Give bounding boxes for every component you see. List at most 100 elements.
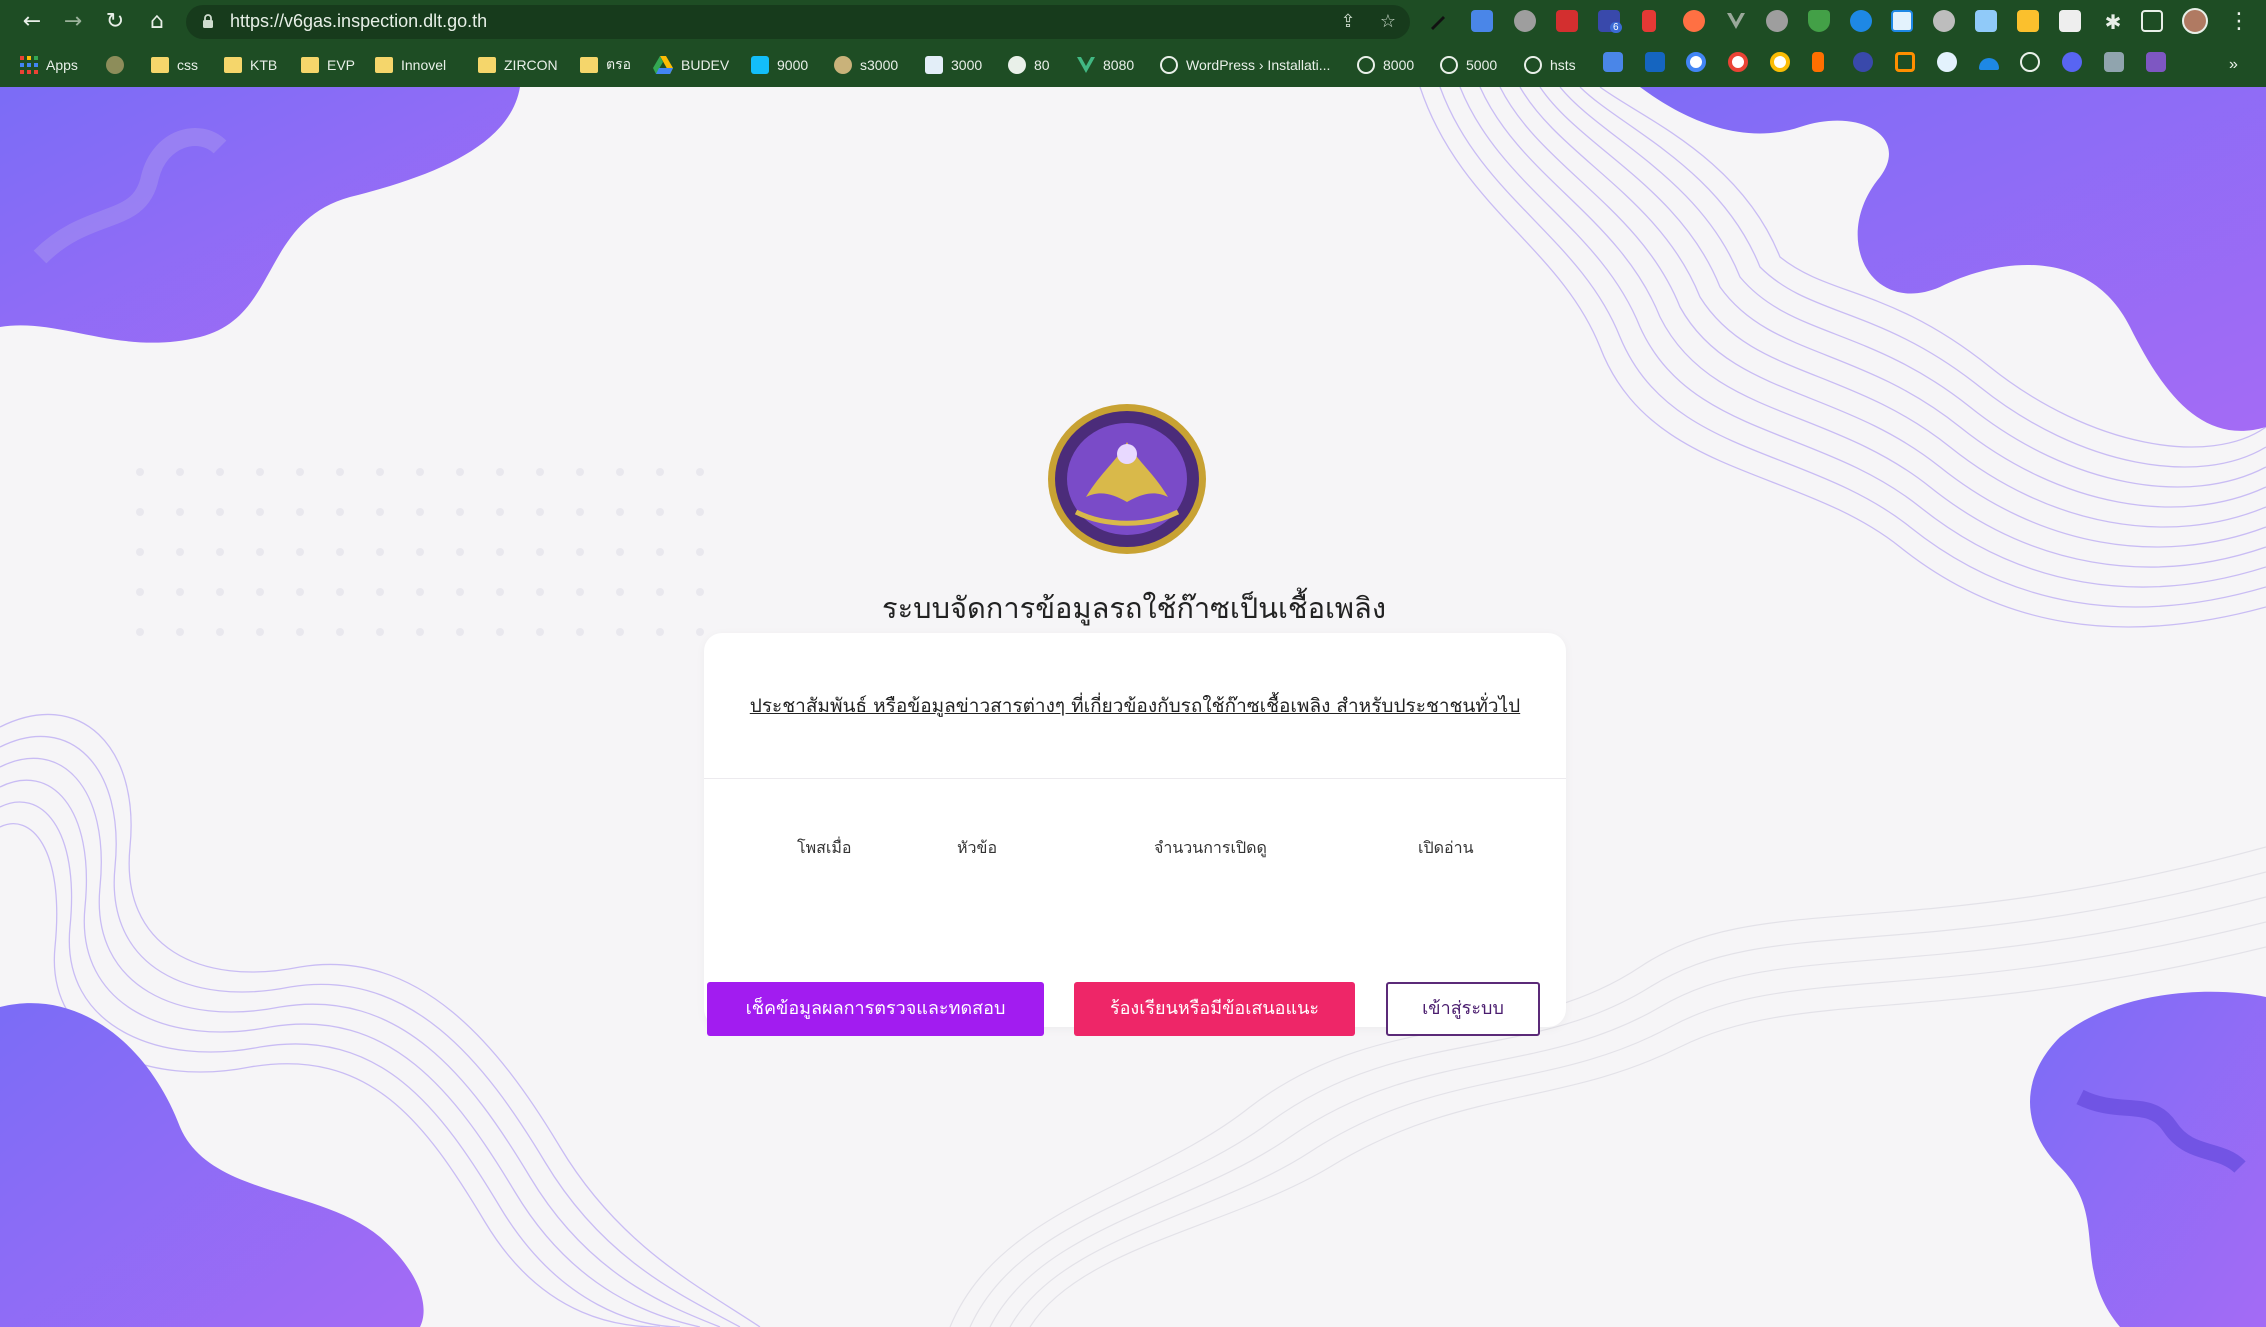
translate-extension-icon[interactable] xyxy=(1471,10,1493,32)
address-bar[interactable]: https://v6gas.inspection.dlt.go.th ⇪ ☆ xyxy=(186,5,1410,39)
vue-devtools-icon[interactable] xyxy=(1725,10,1747,32)
column-header-views: จำนวนการเปิดดู xyxy=(1154,838,1267,857)
profile-avatar[interactable] xyxy=(2182,8,2208,34)
folder-icon xyxy=(301,57,319,73)
bookmark-label: hsts xyxy=(1550,57,1576,73)
bookmark-label: BUDEV xyxy=(681,57,730,73)
vue-icon xyxy=(1077,57,1095,73)
home-icon[interactable]: ⌂ xyxy=(141,6,173,38)
bookmark-label: Innovel xyxy=(401,57,447,73)
bookmark-label: s3000 xyxy=(860,57,899,73)
bookmark-chart-icon[interactable] xyxy=(2146,52,2166,72)
bookmark-ktb[interactable]: KTB xyxy=(224,52,277,78)
bookmark-trello-icon[interactable] xyxy=(1645,52,1665,72)
bookmark-extension[interactable] xyxy=(106,52,124,78)
menu-dots-icon[interactable]: ⋮ xyxy=(2223,6,2255,38)
bookmark-5000[interactable]: 5000 xyxy=(1440,52,1497,78)
bookmark-label: css xyxy=(177,57,198,73)
bookmark-3000[interactable]: 3000 xyxy=(925,52,982,78)
search-page-extension-icon[interactable] xyxy=(1891,10,1913,32)
bookmark-star-icon[interactable]: ☆ xyxy=(1376,10,1400,34)
card-divider xyxy=(704,778,1566,779)
bookmark-label: 3000 xyxy=(951,57,983,73)
bookmark-label: ZIRCON xyxy=(504,57,558,73)
globe-icon xyxy=(1357,56,1375,74)
dlt-emblem-logo xyxy=(1048,404,1206,554)
column-header-posted: โพสเมื่อ xyxy=(797,838,852,857)
bookmark-80[interactable]: 80 xyxy=(1008,52,1050,78)
check-inspection-button[interactable]: เช็คข้อมูลผลการตรวจและทดสอบ xyxy=(707,982,1044,1036)
announcement-link[interactable]: ประชาสัมพันธ์ หรือข้อมูลข่าวสารต่างๆ ที่… xyxy=(704,691,1566,721)
bookmark-zircon[interactable]: ZIRCON xyxy=(478,52,558,78)
bookmark-label: 9000 xyxy=(777,57,809,73)
lock-icon xyxy=(203,14,213,28)
browser-toolbar: ← → ↻ ⌂ https://v6gas.inspection.dlt.go.… xyxy=(0,0,2266,44)
bookmark-label: WordPress › Installati... xyxy=(1186,57,1331,73)
globe-icon xyxy=(1440,56,1458,74)
bookmark-label: KTB xyxy=(250,57,278,73)
bookmark-label: 8080 xyxy=(1103,57,1135,73)
bookmark-apps[interactable]: Apps xyxy=(20,52,78,78)
bookmarks-overflow[interactable]: » xyxy=(2229,52,2238,78)
folder-icon xyxy=(224,57,242,73)
s3-icon xyxy=(834,56,852,74)
bookmark-evp[interactable]: EVP xyxy=(301,52,355,78)
extension-badge: 6 xyxy=(1610,22,1622,33)
share-icon[interactable]: ⇪ xyxy=(1336,10,1360,34)
bookmark-translate-icon[interactable] xyxy=(1603,52,1623,72)
shield-extension-icon[interactable] xyxy=(1808,10,1830,32)
compass-extension-icon[interactable] xyxy=(1766,10,1788,32)
camera-extension-icon[interactable] xyxy=(1514,10,1536,32)
bookmark-label: EVP xyxy=(327,57,356,73)
bookmark-globe-icon[interactable] xyxy=(2020,52,2040,72)
bookmark-s3000[interactable]: s3000 xyxy=(834,52,898,78)
complaint-button[interactable]: ร้องเรียนหรือมีข้อเสนอแนะ xyxy=(1074,982,1355,1036)
bookmark-chevron-icon[interactable] xyxy=(1812,52,1824,72)
bookmark-label: ตรอ xyxy=(606,56,632,72)
forward-icon[interactable]: → xyxy=(57,6,89,38)
owl-extension-icon[interactable] xyxy=(1933,10,1955,32)
bookmark-google-icon[interactable] xyxy=(1686,52,1706,72)
side-panel-icon[interactable] xyxy=(2141,10,2163,32)
login-button[interactable]: เข้าสู่ระบบ xyxy=(1386,982,1540,1036)
bookmark-8000[interactable]: 8000 xyxy=(1357,52,1414,78)
bookmark-discord-icon[interactable] xyxy=(2062,52,2082,72)
bookmark-google-icon[interactable] xyxy=(1728,52,1748,72)
bookmark-label: 80 xyxy=(1034,57,1050,73)
bookmark-tro[interactable]: ตรอ xyxy=(580,52,631,78)
bookmarks-bar: Apps css KTB EVP Innovel ZIRCON ตรอ BUDE… xyxy=(0,44,2266,87)
bookmark-google-icon[interactable] xyxy=(1770,52,1790,72)
page-content: ระบบจัดการข้อมูลรถใช้ก๊าซเป็นเชื้อเพลิง … xyxy=(0,87,2266,1327)
notes-extension-icon[interactable] xyxy=(2059,10,2081,32)
google-drive-icon xyxy=(653,56,673,74)
bookmark-link-icon[interactable] xyxy=(1895,52,1915,72)
extension-hex-icon xyxy=(106,56,124,74)
bookmark-innovel[interactable]: Innovel xyxy=(375,52,446,78)
bookmark-paw-icon[interactable] xyxy=(1853,52,1873,72)
bookmark-8080[interactable]: 8080 xyxy=(1077,52,1134,78)
bookmark-infinity-icon[interactable] xyxy=(1937,52,1957,72)
bookmark-hsts[interactable]: hsts xyxy=(1524,52,1576,78)
browser-chrome: ← → ↻ ⌂ https://v6gas.inspection.dlt.go.… xyxy=(0,0,2266,87)
folder-icon xyxy=(478,57,496,73)
bookmark-label: Apps xyxy=(46,57,78,73)
graduation-extension-icon[interactable]: 6 xyxy=(1598,10,1622,33)
yellow-extension-icon[interactable] xyxy=(2017,10,2039,32)
d-extension-icon[interactable] xyxy=(1850,10,1872,32)
folder-icon xyxy=(151,57,169,73)
bookmark-9000[interactable]: 9000 xyxy=(751,52,808,78)
back-icon[interactable]: ← xyxy=(16,6,48,38)
bookmark-budev[interactable]: BUDEV xyxy=(653,52,729,78)
reload-icon[interactable]: ↻ xyxy=(99,6,131,38)
bookmark-label: 8000 xyxy=(1383,57,1415,73)
red-extension-icon[interactable] xyxy=(1556,10,1578,32)
bookmark-image-icon[interactable] xyxy=(2104,52,2124,72)
bookmark-red-extension-icon[interactable] xyxy=(1642,10,1656,32)
orange-extension-icon[interactable] xyxy=(1683,10,1705,32)
bookmark-label: 5000 xyxy=(1466,57,1498,73)
pen-extension-icon[interactable] xyxy=(1427,10,1449,32)
bookmark-wordpress-install[interactable]: WordPress › Installati... xyxy=(1160,52,1330,78)
bookmark-css[interactable]: css xyxy=(151,52,198,78)
document-extension-icon[interactable] xyxy=(1975,10,1997,32)
puzzle-extensions-icon[interactable]: ✱ xyxy=(2097,6,2129,38)
